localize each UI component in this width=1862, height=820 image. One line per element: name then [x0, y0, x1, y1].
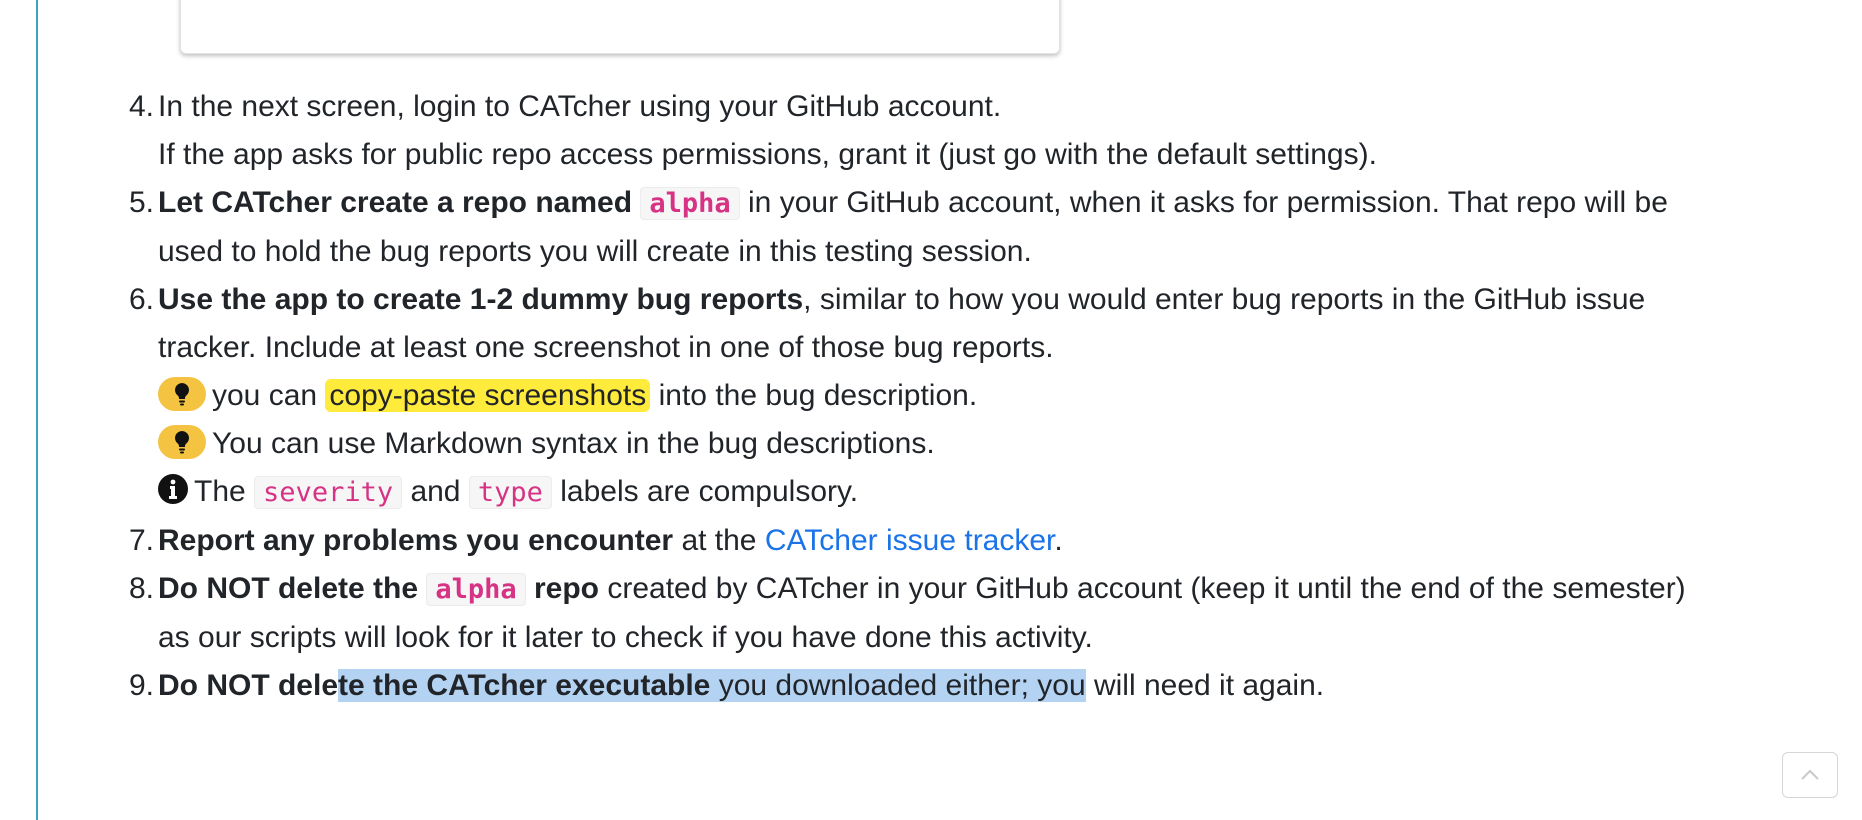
step-4-line-1: In the next screen, login to CATcher usi… — [158, 90, 1002, 123]
info-mid: and — [410, 475, 461, 508]
step-5-bold-text: Let CATcher create a repo named — [158, 186, 633, 219]
list-item-step-5: 5. Let CATcher create a repo named alpha… — [129, 179, 1848, 276]
repo-name-code: alpha — [426, 573, 526, 606]
step-7-period: . — [1054, 524, 1063, 557]
list-item-step-4: 4. In the next screen, login to CATcher … — [129, 83, 1848, 179]
step-8-bold-prefix: Do NOT delete the — [158, 572, 419, 605]
step-9-text: will need it again. — [1085, 669, 1325, 702]
list-item-step-7: 7. Report any problems you encounter at … — [129, 517, 1848, 565]
step-8-line-2: as our scripts will look for it later to… — [158, 621, 1093, 654]
highlighted-text: copy-paste screenshots — [325, 379, 651, 412]
list-item-step-8: 8. Do NOT delete the alpha repo created … — [129, 565, 1848, 662]
step-6-line-2: tracker. Include at least one screenshot… — [158, 331, 1054, 364]
selected-text: you downloaded either; you — [710, 669, 1086, 702]
step-number: 9. — [128, 669, 154, 702]
scroll-to-top-button[interactable] — [1782, 752, 1838, 798]
lightbulb-icon — [158, 377, 206, 411]
repo-name-code: alpha — [640, 187, 740, 220]
step-number: 6. — [128, 283, 154, 316]
step-8-bold-suffix: repo — [534, 572, 600, 605]
selected-bold-text: te the CATcher executable — [338, 669, 711, 702]
catcher-issue-tracker-link[interactable]: CATcher issue tracker — [765, 524, 1055, 557]
step-6-text: , similar to how you would enter bug rep… — [803, 283, 1646, 316]
step-5-text: in your GitHub account, when it asks for… — [748, 186, 1668, 219]
tip-paste-screenshots: you can copy-paste screenshots into the … — [158, 372, 1848, 420]
step-8-line-1: Do NOT delete the alpha repo created by … — [158, 565, 1848, 614]
step-6-line-1: Use the app to create 1-2 dummy bug repo… — [158, 276, 1848, 324]
step-5-line-2: used to hold the bug reports you will cr… — [158, 235, 1032, 268]
screenshot-card — [180, 0, 1060, 54]
tip-2-text: You can use Markdown syntax in the bug d… — [212, 427, 935, 460]
step-9-line-1: Do NOT delete the CATcher executable you… — [158, 662, 1848, 710]
tip-markdown: You can use Markdown syntax in the bug d… — [158, 420, 1848, 468]
chevron-up-icon — [1801, 769, 1819, 780]
page: 4. In the next screen, login to CATcher … — [0, 0, 1862, 820]
step-9-bold-text: Do NOT dele — [158, 669, 339, 702]
step-number: 7. — [128, 524, 154, 557]
step-number: 5. — [128, 186, 154, 219]
tip-1-suffix: into the bug description. — [658, 379, 978, 412]
step-7-line-1: Report any problems you encounter at the… — [158, 517, 1848, 565]
step-4-line-2: If the app asks for public repo access p… — [158, 138, 1377, 171]
severity-code: severity — [254, 476, 403, 509]
step-8-text: created by CATcher in your GitHub accoun… — [607, 572, 1686, 605]
content-left-border — [36, 0, 38, 820]
instruction-list: 4. In the next screen, login to CATcher … — [129, 83, 1848, 710]
info-labels-compulsory: The severity and type labels are compuls… — [158, 468, 1848, 517]
step-number: 4. — [128, 90, 154, 123]
step-5-line-1: Let CATcher create a repo named alpha in… — [158, 179, 1848, 228]
list-item-step-6: 6. Use the app to create 1-2 dummy bug r… — [129, 276, 1848, 517]
step-7-bold-text: Report any problems you encounter — [158, 524, 674, 557]
tip-1-prefix: you can — [212, 379, 318, 412]
step-number: 8. — [128, 572, 154, 605]
step-6-bold-text: Use the app to create 1-2 dummy bug repo… — [158, 283, 804, 316]
type-code: type — [468, 476, 552, 509]
step-7-text: at the — [681, 524, 757, 557]
info-circle-icon — [158, 474, 188, 504]
lightbulb-icon — [158, 425, 206, 459]
info-prefix: The — [194, 475, 246, 508]
info-suffix: labels are compulsory. — [560, 475, 859, 508]
list-item-step-9: 9. Do NOT delete the CATcher executable … — [129, 662, 1848, 710]
